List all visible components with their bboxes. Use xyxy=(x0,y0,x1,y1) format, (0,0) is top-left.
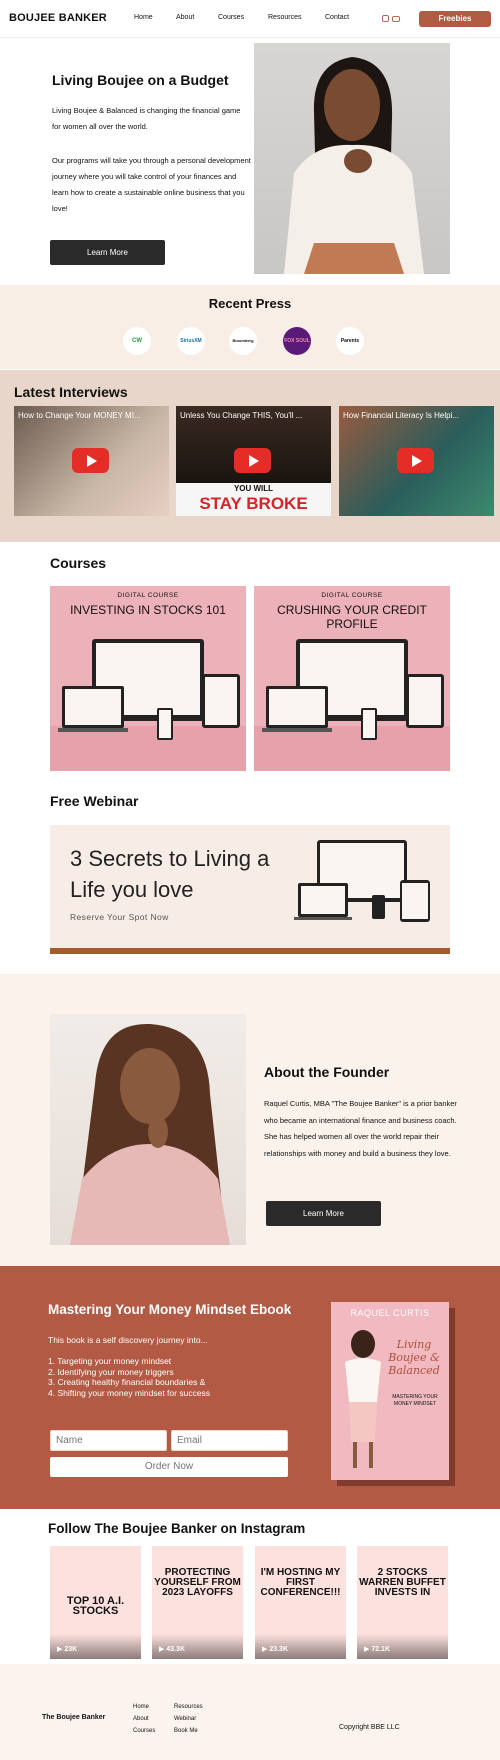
video-title: Unless You Change THIS, You'll ... xyxy=(180,411,303,420)
device-mockup-illustration xyxy=(50,639,246,771)
course-card-investing[interactable]: DIGITAL COURSE INVESTING IN STOCKS 101 xyxy=(50,586,246,771)
instagram-title: Follow The Boujee Banker on Instagram xyxy=(48,1521,306,1536)
play-button-icon[interactable] xyxy=(234,448,271,473)
order-now-button[interactable]: Order Now xyxy=(50,1457,288,1477)
nav-contact[interactable]: Contact xyxy=(325,14,349,21)
view-count: 23.3K xyxy=(269,1646,289,1653)
play-button-icon[interactable] xyxy=(72,448,109,473)
play-button-icon[interactable] xyxy=(397,448,434,473)
copyright-text: Copyright BBE LLC xyxy=(339,1724,400,1731)
webinar-accent-bar xyxy=(50,948,450,954)
post-headline: TOP 10 A.I. STOCKS xyxy=(66,1595,125,1617)
instagram-post[interactable]: TOP 10 A.I. STOCKS ▶ 23K xyxy=(50,1546,141,1659)
footer-brand: The Boujee Banker xyxy=(42,1714,106,1721)
interviews-title: Latest Interviews xyxy=(14,384,128,400)
site-logo[interactable]: BOUJEE BANKER xyxy=(9,12,107,24)
instagram-post[interactable]: PROTECTING YOURSELF FROM 2023 LAYOFFS ▶ … xyxy=(152,1546,243,1659)
founder-illustration xyxy=(70,1023,230,1245)
post-views: ▶ 43.3K xyxy=(159,1646,186,1653)
fox-soul-logo: FOX SOUL xyxy=(283,327,311,355)
view-count: 23K xyxy=(64,1646,78,1653)
hero-portrait-photo xyxy=(254,43,450,274)
nav-home[interactable]: Home xyxy=(134,14,153,21)
post-views: ▶ 23K xyxy=(57,1646,78,1653)
list-item: 3. Creating healthy financial boundaries… xyxy=(48,1377,206,1387)
footer-link-home[interactable]: Home xyxy=(133,1704,149,1710)
hero-title: Living Boujee on a Budget xyxy=(52,72,229,88)
founder-bio: Raquel Curtis, MBA "The Boujee Banker" i… xyxy=(264,1099,457,1158)
video-thumbnail[interactable]: Unless You Change THIS, You'll ... YOU W… xyxy=(176,406,331,516)
site-footer xyxy=(0,1664,500,1760)
nav-courses[interactable]: Courses xyxy=(218,14,244,21)
nav-resources[interactable]: Resources xyxy=(268,14,301,21)
webinar-reserve-link[interactable]: Reserve Your Spot Now xyxy=(70,912,169,922)
hero-intro-text: Living Boujee & Balanced is changing the… xyxy=(52,106,241,131)
email-field[interactable] xyxy=(171,1430,288,1451)
courses-title: Courses xyxy=(50,555,107,571)
founder-portrait-photo xyxy=(50,1014,246,1245)
view-count: 43.3K xyxy=(166,1646,186,1653)
post-views: ▶ 72.1K xyxy=(364,1646,391,1653)
ebook-intro: This book is a self discovery journey in… xyxy=(48,1335,208,1345)
video-thumbnail[interactable]: How to Change Your MONEY MI... xyxy=(14,406,169,516)
name-field[interactable] xyxy=(50,1430,167,1451)
bloomberg-logo: Bloomberg xyxy=(229,327,257,355)
stay-broke-caption: STAY BROKE xyxy=(199,494,308,513)
view-count: 72.1K xyxy=(371,1646,391,1653)
footer-link-book-me[interactable]: Book Me xyxy=(174,1728,198,1734)
instagram-icon[interactable] xyxy=(382,15,389,22)
founder-learn-more-button[interactable]: Learn More xyxy=(266,1201,381,1226)
press-title: Recent Press xyxy=(208,296,292,311)
instagram-post[interactable]: 2 STOCKS WARREN BUFFET INVESTS IN ▶ 72.1… xyxy=(357,1546,448,1659)
footer-link-webinar[interactable]: Webinar xyxy=(174,1716,196,1722)
portrait-illustration xyxy=(284,57,424,274)
parents-logo: Parents xyxy=(336,327,364,355)
list-item: 1. Targeting your money mindset xyxy=(48,1356,172,1366)
post-headline: 2 STOCKS WARREN BUFFET INVESTS IN xyxy=(359,1567,446,1598)
site-header: BOUJEE BANKER Home About Courses Resourc… xyxy=(0,0,500,38)
founder-title: About the Founder xyxy=(264,1064,390,1080)
video-title: How to Change Your MONEY MI... xyxy=(18,411,141,420)
hero-body-text: Our programs will take you through a per… xyxy=(52,156,251,213)
course-card-credit[interactable]: DIGITAL COURSE CRUSHING YOUR CREDIT PROF… xyxy=(254,586,450,771)
video-title: How Financial Literacy Is Helpi... xyxy=(343,411,460,420)
footer-link-about[interactable]: About xyxy=(133,1716,149,1722)
post-headline: I'M HOSTING MY FIRST CONFERENCE!!! xyxy=(260,1567,341,1598)
siriusxm-logo: SiriusXM xyxy=(177,327,205,355)
webinar-headline: 3 Secrets to Living a Life you love xyxy=(70,846,270,902)
webinar-title: Free Webinar xyxy=(50,793,139,809)
hero-learn-more-button[interactable]: Learn More xyxy=(50,240,165,265)
post-views: ▶ 23.3K xyxy=(262,1646,289,1653)
ebook-cover[interactable]: RAQUEL CURTIS Living Boujee & Balanced M… xyxy=(331,1302,449,1480)
video-thumbnail[interactable]: How Financial Literacy Is Helpi... xyxy=(339,406,494,516)
device-mockup-illustration xyxy=(254,639,450,771)
instagram-post[interactable]: I'M HOSTING MY FIRST CONFERENCE!!! ▶ 23.… xyxy=(255,1546,346,1659)
footer-link-courses[interactable]: Courses xyxy=(133,1728,155,1734)
you-will-caption: YOU WILL xyxy=(233,484,274,493)
nav-about[interactable]: About xyxy=(176,14,194,21)
post-headline: PROTECTING YOURSELF FROM 2023 LAYOFFS xyxy=(154,1567,241,1598)
footer-link-resources[interactable]: Resources xyxy=(174,1704,203,1710)
list-item: 2. Identifying your money triggers xyxy=(48,1366,174,1377)
list-item: 4. Shifting your money mindset for succe… xyxy=(48,1387,211,1398)
book-cover-figure xyxy=(345,1330,381,1468)
cw-logo: CW xyxy=(123,327,151,355)
freebies-button[interactable]: Freebies xyxy=(419,11,491,27)
ebook-topic-list: 1. Targeting your money mindset 2. Ident… xyxy=(48,1356,210,1398)
youtube-icon[interactable] xyxy=(392,16,400,22)
ebook-title: Mastering Your Money Mindset Ebook xyxy=(48,1302,292,1317)
